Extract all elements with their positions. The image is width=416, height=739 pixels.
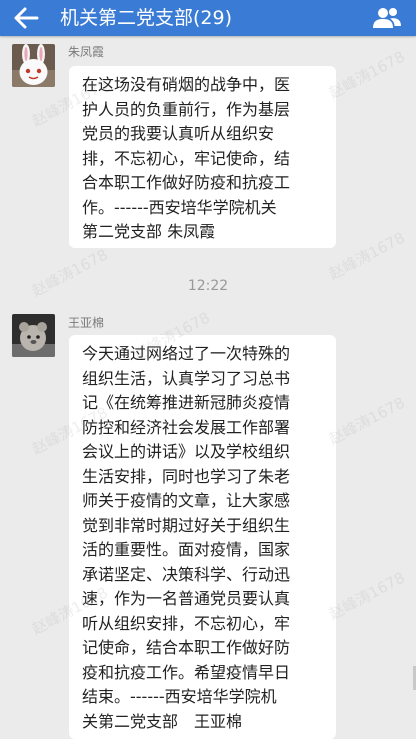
sender-name: 朱凤霞 xyxy=(68,45,105,59)
chat-title: 机关第二党支部(29) xyxy=(60,7,233,29)
message-bubble[interactable]: 今天通过网络过了一次特殊的 组织生活，认真学习了习总书 记《在统筹推进新冠肺炎疫… xyxy=(69,335,336,739)
message-bubble[interactable]: 在这场没有硝烟的战争中，医 护人员的负重前行，作为基层 党员的我要认真听从组织安… xyxy=(69,66,336,248)
group-members-button[interactable] xyxy=(372,6,402,30)
group-members-icon xyxy=(373,8,401,28)
avatar[interactable] xyxy=(12,44,55,87)
watermark-text: 赵峰涛1678 xyxy=(325,228,408,284)
sender-name: 王亚棉 xyxy=(68,316,105,330)
avatar[interactable] xyxy=(12,314,55,357)
timestamp: 12:22 xyxy=(187,278,229,294)
watermark-text: 赵峰涛1678 xyxy=(325,47,408,103)
watermark-text: 赵峰涛1678 xyxy=(325,393,408,449)
watermark-text: 赵峰涛1678 xyxy=(325,568,408,624)
back-button[interactable] xyxy=(12,5,42,31)
back-arrow-icon xyxy=(14,7,39,29)
chat-header: 机关第二党支部(29) xyxy=(0,0,416,36)
